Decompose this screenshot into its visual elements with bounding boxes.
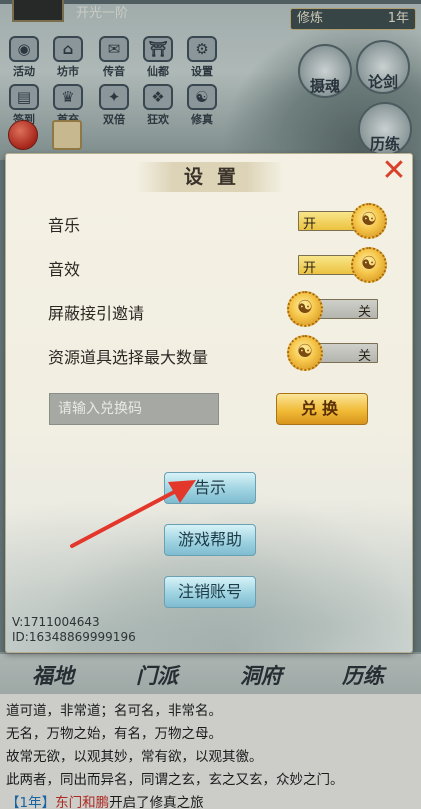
close-icon: ✕ — [381, 153, 407, 188]
setting-max-quantity-label: 资源道具选择最大数量 — [48, 348, 209, 367]
block-invite-toggle-state: 关 — [357, 305, 371, 320]
taiji-knob-icon: ☯ — [351, 203, 387, 239]
user-id-text: ID:16348869999196 — [12, 630, 136, 644]
block-invite-toggle[interactable]: ☯ 关 — [287, 291, 378, 327]
dialog-title: 设置 — [136, 162, 284, 192]
music-toggle-state: 开 — [303, 217, 317, 232]
setting-music: 音乐 开 ☯ — [48, 203, 387, 239]
settings-dialog: 设置 ✕ 音乐 开 ☯ 音效 开 ☯ 屏蔽接引邀请 ☯ 关 资源道具选择最大数量… — [5, 153, 413, 653]
max-quantity-toggle-state: 关 — [357, 349, 371, 364]
taiji-knob-icon: ☯ — [287, 291, 323, 327]
setting-sfx-label: 音效 — [48, 260, 81, 279]
music-toggle[interactable]: 开 ☯ — [298, 203, 387, 239]
logout-button[interactable]: 注销账号 — [164, 576, 256, 608]
notice-button[interactable]: 告示 — [164, 472, 256, 504]
setting-max-quantity: 资源道具选择最大数量 ☯ 关 — [48, 335, 378, 371]
setting-block-invite: 屏蔽接引邀请 ☯ 关 — [48, 291, 378, 327]
setting-music-label: 音乐 — [48, 216, 81, 235]
redeem-button[interactable]: 兑换 — [276, 393, 368, 425]
setting-sfx: 音效 开 ☯ — [48, 247, 387, 283]
close-button[interactable]: ✕ — [380, 156, 408, 186]
taiji-knob-icon: ☯ — [287, 335, 323, 371]
setting-block-invite-label: 屏蔽接引邀请 — [48, 304, 145, 323]
redeem-code-input[interactable]: 请输入兑换码 — [49, 393, 219, 425]
taiji-knob-icon: ☯ — [351, 247, 387, 283]
max-quantity-toggle[interactable]: ☯ 关 — [287, 335, 378, 371]
help-button[interactable]: 游戏帮助 — [164, 524, 256, 556]
sfx-toggle[interactable]: 开 ☯ — [298, 247, 387, 283]
sfx-toggle-state: 开 — [303, 261, 317, 276]
version-text: V:1711004643 — [12, 615, 100, 629]
